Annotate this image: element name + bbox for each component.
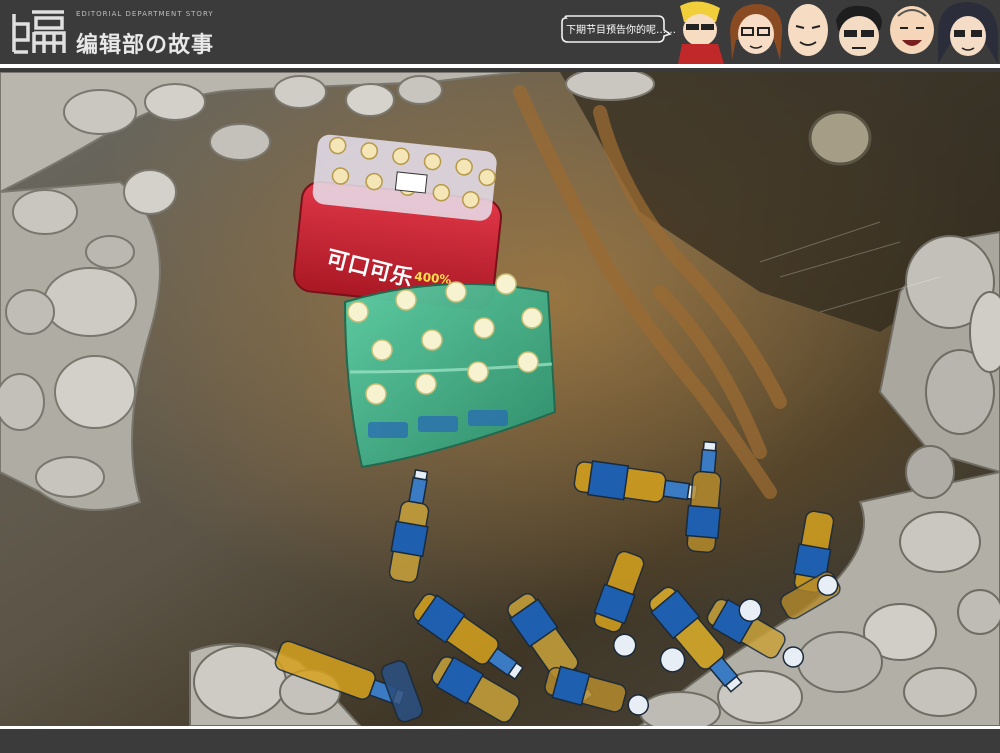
character-dark-hair-icon bbox=[938, 2, 998, 64]
character-glasses-icon bbox=[836, 5, 882, 56]
coin-in-water bbox=[808, 110, 872, 166]
pond-scene: 可口可乐 400% bbox=[0, 72, 1000, 726]
bubble-text: 下期节目预告你的呢…… bbox=[566, 25, 676, 36]
header-bar: EDITORIAL DEPARTMENT STORY 编辑部の故事 下期节目预告… bbox=[0, 0, 1000, 68]
character-brown-hair-icon bbox=[730, 4, 783, 60]
footer-bar bbox=[0, 726, 1000, 753]
logo-title: 编辑部の故事 bbox=[76, 33, 215, 58]
pond-photo: 可口可乐 400% bbox=[0, 72, 1000, 726]
character-round-face-icon bbox=[890, 6, 934, 54]
logo-glyph-icon bbox=[12, 10, 66, 54]
character-faces bbox=[678, 1, 998, 64]
logo-subtitle: EDITORIAL DEPARTMENT STORY bbox=[76, 10, 214, 18]
character-blonde-icon bbox=[678, 1, 724, 64]
character-bald-icon bbox=[788, 4, 828, 56]
